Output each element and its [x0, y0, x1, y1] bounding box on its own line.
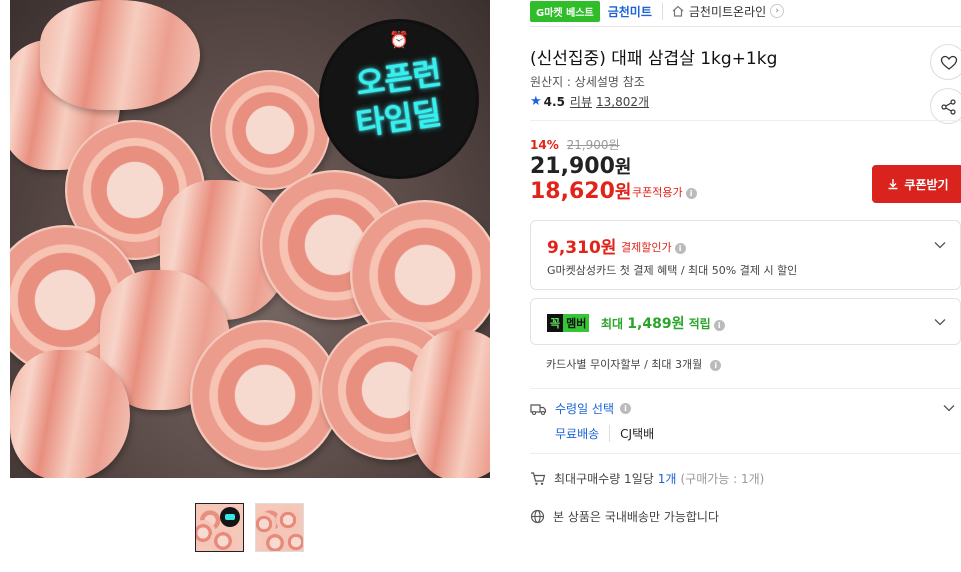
purchase-limit-row: 최대구매수량 1일당 1개 (구매가능 : 1개) — [530, 470, 764, 487]
coupon-price-unit: 원 — [614, 182, 632, 203]
info-icon[interactable]: i — [674, 243, 686, 254]
original-price: 21,900원 — [566, 138, 620, 152]
truck-icon — [530, 403, 547, 415]
heart-icon — [940, 55, 958, 70]
installment-text: 카드사별 무이자할부 / 최대 3개월 — [546, 358, 703, 371]
payment-discount-label-text: 결제할인가 — [621, 241, 672, 254]
payment-discount-price: 9,310원 — [547, 238, 617, 258]
thumbnail-2[interactable] — [255, 503, 304, 552]
wishlist-button[interactable] — [930, 44, 961, 80]
membership-suffix: 적립 — [688, 317, 711, 331]
meat-roll-image — [410, 330, 490, 478]
shipping-details: 무료배송 CJ택배 — [555, 425, 654, 442]
delivery-date-select[interactable]: 수령일 선택 — [555, 400, 614, 417]
star-icon: ★ — [530, 94, 542, 109]
coupon-price-value: 18,620 — [530, 179, 615, 204]
time-deal-badge: ⏰ 오픈런 타임딜 — [322, 22, 476, 176]
info-icon[interactable]: i — [685, 188, 697, 199]
chevron-down-icon[interactable] — [934, 239, 946, 251]
info-icon[interactable]: i — [710, 360, 722, 371]
current-price-value: 21,900 — [530, 154, 615, 179]
rating-row: ★ 4.5 리뷰 13,802개 — [530, 93, 649, 110]
share-icon — [941, 99, 956, 115]
meat-roll-image — [210, 528, 236, 551]
download-icon — [888, 179, 898, 190]
globe-icon — [530, 509, 545, 524]
purchase-limit-label: 최대구매수량 1일당 — [554, 472, 654, 486]
review-count[interactable]: 13,802개 — [596, 93, 649, 110]
divider — [530, 120, 961, 121]
payment-discount-label: 결제할인가 i — [621, 239, 686, 255]
meat-roll-image — [210, 70, 330, 190]
tag-row: G마켓 베스트 금천미트 금천미트온라인 › — [530, 0, 785, 22]
review-link[interactable]: 리뷰 — [570, 93, 592, 110]
product-title: (신선집중) 대패 삼겹살 1kg+1kg — [530, 49, 778, 69]
divider — [530, 388, 961, 389]
chevron-right-icon: › — [770, 4, 785, 18]
meat-roll-image — [40, 0, 200, 110]
info-icon[interactable]: i — [620, 403, 632, 414]
payment-discount-desc: G마켓삼성카드 첫 결제 혜택 / 최대 50% 결제 시 할인 — [547, 264, 798, 277]
free-shipping-label: 무료배송 — [555, 425, 611, 442]
coupon-note-label: 쿠폰적용가 — [632, 186, 683, 199]
gmarket-best-tag[interactable]: G마켓 베스트 — [530, 0, 600, 22]
divider — [530, 26, 961, 27]
main-product-image[interactable]: ⏰ 오픈런 타임딜 — [10, 0, 490, 478]
installment-info: 카드사별 무이자할부 / 최대 3개월 i — [546, 356, 722, 372]
cart-icon — [531, 472, 546, 485]
purchase-limit-note: (구매가능 : 1개) — [680, 472, 765, 486]
meat-roll-image — [284, 530, 303, 551]
membership-card[interactable]: 꼭 멤버 최대 1,489원 적립 i — [530, 298, 961, 345]
discount-row: 14% 21,900원 — [530, 136, 620, 153]
home-icon — [672, 5, 684, 17]
current-price-unit: 원 — [614, 157, 632, 178]
time-deal-badge-mini — [220, 507, 240, 527]
divider — [530, 453, 961, 454]
purchase-limit-qty: 1개 — [657, 472, 677, 486]
membership-badge-m: 멤버 — [563, 314, 590, 332]
membership-points: 최대 1,489원 적립 i — [601, 313, 725, 333]
meat-roll-image — [276, 508, 300, 532]
get-coupon-button[interactable]: 쿠폰받기 — [872, 165, 961, 203]
membership-badge: 꼭 멤버 — [547, 314, 590, 332]
chevron-down-icon[interactable] — [934, 316, 946, 328]
domestic-shipping-row: 본 상품은 국내배송만 가능합니다 — [530, 508, 719, 525]
seller-name-link[interactable]: 금천미트 — [608, 2, 663, 20]
shipping-row[interactable]: 수령일 선택 i — [530, 400, 632, 417]
discount-rate: 14% — [530, 138, 559, 152]
membership-points-value: 1,489원 — [627, 316, 685, 332]
thumbnail-list — [195, 503, 304, 552]
carrier-label: CJ택배 — [620, 427, 655, 441]
rating-value: 4.5 — [543, 94, 565, 109]
share-button[interactable] — [930, 88, 961, 124]
origin-info: 원산지 : 상세설명 참조 — [530, 75, 645, 89]
store-link-label: 금천미트온라인 — [688, 4, 767, 19]
current-price: 21,900원 — [530, 153, 631, 179]
payment-discount-card[interactable]: 9,310원 결제할인가 i G마켓삼성카드 첫 결제 혜택 / 최대 50% 결… — [530, 220, 961, 290]
meat-roll-image — [190, 320, 340, 470]
coupon-note: 쿠폰적용가 i — [632, 184, 697, 200]
alarm-clock-icon: ⏰ — [389, 30, 447, 49]
thumbnail-1[interactable] — [195, 503, 244, 552]
domestic-shipping-text: 본 상품은 국내배송만 가능합니다 — [553, 510, 720, 524]
meat-roll-image — [10, 350, 130, 478]
get-coupon-label: 쿠폰받기 — [904, 177, 949, 192]
chevron-down-icon[interactable] — [943, 402, 955, 414]
membership-badge-k: 꼭 — [547, 314, 564, 332]
info-icon[interactable]: i — [713, 320, 725, 331]
membership-prefix: 최대 — [601, 317, 624, 331]
coupon-price: 18,620원 — [530, 178, 631, 204]
product-info-panel: G마켓 베스트 금천미트 금천미트온라인 › (신선집중) 대패 삼겹살 1kg… — [530, 0, 961, 572]
store-link[interactable]: 금천미트온라인 › — [671, 3, 785, 20]
